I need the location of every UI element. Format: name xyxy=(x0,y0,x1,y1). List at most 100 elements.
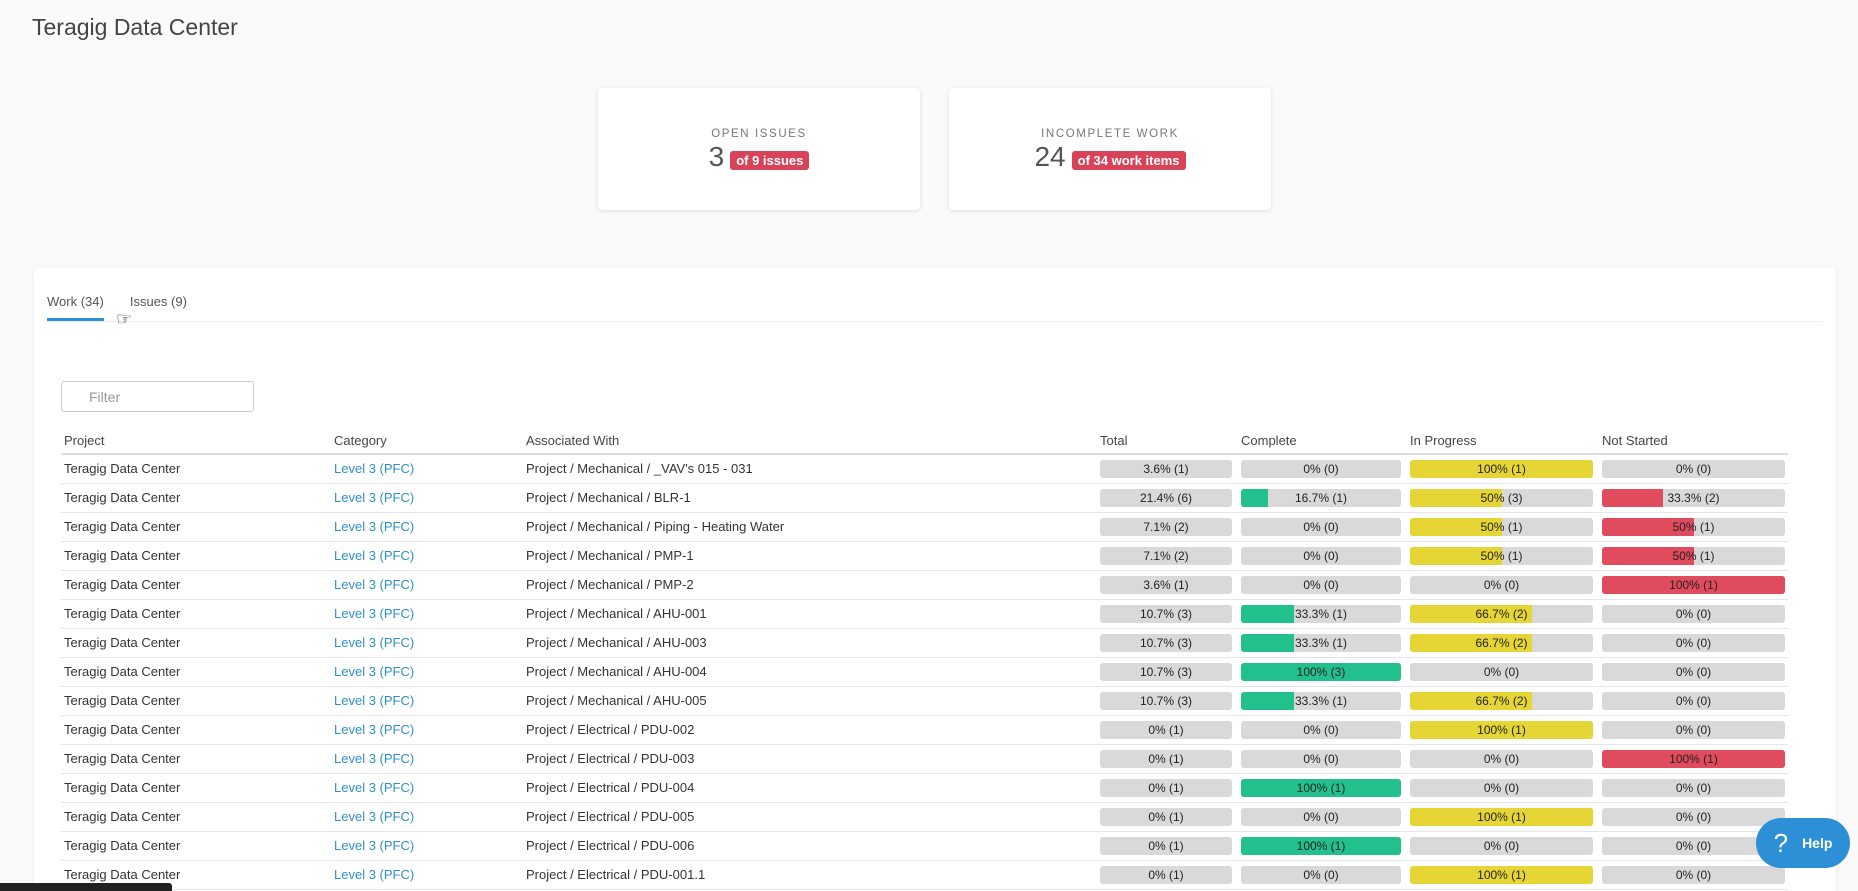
in-progress-bar-label: 50% (1) xyxy=(1480,548,1523,563)
table-row[interactable]: Teragig Data Center Level 3 (PFC) Project … xyxy=(61,831,1788,861)
table-row[interactable]: Teragig Data Center Level 3 (PFC) Project … xyxy=(61,802,1788,832)
category-link[interactable]: Level 3 (PFC) xyxy=(331,541,523,571)
total-cell: 0% (1) xyxy=(1097,715,1238,745)
kpi-label: OPEN ISSUES xyxy=(711,128,807,140)
total-progress-bar: 10.7% (3) xyxy=(1100,691,1232,710)
column-header-total[interactable]: Total xyxy=(1097,428,1238,455)
category-link[interactable]: Level 3 (PFC) xyxy=(331,599,523,629)
associated-cell: Project / Mechanical / AHU-005 xyxy=(523,686,1097,716)
column-header-project[interactable]: Project xyxy=(61,428,331,455)
not-started-bar-label: 33.3% (2) xyxy=(1667,490,1720,505)
total-progress-bar: 10.7% (3) xyxy=(1100,662,1232,681)
total-bar-label: 3.6% (1) xyxy=(1143,577,1189,592)
not-started-cell: 0% (0) xyxy=(1599,860,1788,890)
kpi-value: 24 xyxy=(1034,141,1066,172)
complete-bar-label: 33.3% (1) xyxy=(1294,635,1348,650)
category-link[interactable]: Level 3 (PFC) xyxy=(331,773,523,803)
category-link[interactable]: Level 3 (PFC) xyxy=(331,744,523,774)
in-progress-cell: 100% (1) xyxy=(1407,715,1599,745)
column-header-associated-with[interactable]: Associated With xyxy=(523,428,1097,455)
in-progress-cell: 0% (0) xyxy=(1407,744,1599,774)
help-button[interactable]: ? Help xyxy=(1756,818,1850,868)
complete-bar-label: 100% (1) xyxy=(1296,780,1346,795)
complete-cell: 0% (0) xyxy=(1238,860,1407,890)
in-progress-cell: 50% (1) xyxy=(1407,512,1599,542)
table-row[interactable]: Teragig Data Center Level 3 (PFC) Project … xyxy=(61,773,1788,803)
not-started-bar-label: 100% (1) xyxy=(1669,577,1718,592)
total-cell: 10.7% (3) xyxy=(1097,628,1238,658)
associated-cell: Project / Electrical / PDU-002 xyxy=(523,715,1097,745)
category-link[interactable]: Level 3 (PFC) xyxy=(331,831,523,861)
total-cell: 3.6% (1) xyxy=(1097,454,1238,484)
complete-cell: 0% (0) xyxy=(1238,802,1407,832)
category-link[interactable]: Level 3 (PFC) xyxy=(331,802,523,832)
table-row[interactable]: Teragig Data Center Level 3 (PFC) Project … xyxy=(61,570,1788,600)
open-issues-card[interactable]: OPEN ISSUES 3 of 9 issues xyxy=(598,88,920,210)
in-progress-bar-label: 100% (1) xyxy=(1477,867,1526,882)
table-row[interactable]: Teragig Data Center Level 3 (PFC) Project … xyxy=(61,454,1788,484)
category-link[interactable]: Level 3 (PFC) xyxy=(331,715,523,745)
in-progress-bar-label: 100% (1) xyxy=(1477,461,1526,476)
table-row[interactable]: Teragig Data Center Level 3 (PFC) Project … xyxy=(61,599,1788,629)
table-row[interactable]: Teragig Data Center Level 3 (PFC) Project … xyxy=(61,657,1788,687)
in-progress-cell: 0% (0) xyxy=(1407,657,1599,687)
incomplete-work-card[interactable]: INCOMPLETE WORK 24 of 34 work items xyxy=(949,88,1271,210)
page-title: Teragig Data Center xyxy=(32,14,238,40)
in-progress-progress-bar: 100% (1) xyxy=(1410,459,1593,478)
in-progress-cell: 100% (1) xyxy=(1407,860,1599,890)
category-link[interactable]: Level 3 (PFC) xyxy=(331,483,523,513)
table-row[interactable]: Teragig Data Center Level 3 (PFC) Project … xyxy=(61,744,1788,774)
in-progress-bar-label: 66.7% (2) xyxy=(1475,635,1528,650)
in-progress-cell: 50% (3) xyxy=(1407,483,1599,513)
complete-cell: 16.7% (1) xyxy=(1238,483,1407,513)
complete-cell: 100% (1) xyxy=(1238,831,1407,861)
project-cell: Teragig Data Center xyxy=(61,628,331,658)
associated-cell: Project / Mechanical / AHU-004 xyxy=(523,657,1097,687)
total-bar-label: 10.7% (3) xyxy=(1139,693,1193,708)
total-progress-bar: 3.6% (1) xyxy=(1100,575,1232,594)
category-link[interactable]: Level 3 (PFC) xyxy=(331,860,523,890)
column-header-category[interactable]: Category xyxy=(331,428,523,455)
associated-cell: Project / Electrical / PDU-005 xyxy=(523,802,1097,832)
total-bar-label: 0% (1) xyxy=(1148,867,1184,882)
tab-bar: Work (34) Issues (9) xyxy=(47,294,1823,322)
total-cell: 0% (1) xyxy=(1097,802,1238,832)
project-cell: Teragig Data Center xyxy=(61,512,331,542)
not-started-cell: 0% (0) xyxy=(1599,773,1788,803)
in-progress-progress-bar: 0% (0) xyxy=(1410,662,1593,681)
filter-input[interactable] xyxy=(61,381,254,412)
not-started-cell: 0% (0) xyxy=(1599,657,1788,687)
column-header-not-started[interactable]: Not Started xyxy=(1599,428,1788,455)
not-started-bar-label: 0% (0) xyxy=(1675,693,1712,708)
category-link[interactable]: Level 3 (PFC) xyxy=(331,454,523,484)
associated-cell: Project / Mechanical / AHU-003 xyxy=(523,628,1097,658)
table-row[interactable]: Teragig Data Center Level 3 (PFC) Project … xyxy=(61,512,1788,542)
table-row[interactable]: Teragig Data Center Level 3 (PFC) Project … xyxy=(61,541,1788,571)
table-row[interactable]: Teragig Data Center Level 3 (PFC) Project … xyxy=(61,628,1788,658)
column-header-complete[interactable]: Complete xyxy=(1238,428,1407,455)
not-started-progress-bar: 0% (0) xyxy=(1602,604,1785,623)
column-header-in-progress[interactable]: In Progress xyxy=(1407,428,1599,455)
tab-issues[interactable]: Issues (9) xyxy=(130,294,187,321)
complete-cell: 33.3% (1) xyxy=(1238,686,1407,716)
category-link[interactable]: Level 3 (PFC) xyxy=(331,628,523,658)
total-bar-label: 10.7% (3) xyxy=(1139,635,1193,650)
in-progress-cell: 100% (1) xyxy=(1407,802,1599,832)
in-progress-bar-label: 0% (0) xyxy=(1483,664,1520,679)
table-row[interactable]: Teragig Data Center Level 3 (PFC) Project … xyxy=(61,715,1788,745)
associated-cell: Project / Electrical / PDU-004 xyxy=(523,773,1097,803)
table-row[interactable]: Teragig Data Center Level 3 (PFC) Project … xyxy=(61,860,1788,890)
category-link[interactable]: Level 3 (PFC) xyxy=(331,570,523,600)
in-progress-progress-bar: 0% (0) xyxy=(1410,836,1593,855)
category-link[interactable]: Level 3 (PFC) xyxy=(331,686,523,716)
category-link[interactable]: Level 3 (PFC) xyxy=(331,657,523,687)
tab-work[interactable]: Work (34) xyxy=(47,294,104,321)
associated-cell: Project / Electrical / PDU-003 xyxy=(523,744,1097,774)
in-progress-cell: 100% (1) xyxy=(1407,454,1599,484)
table-row[interactable]: Teragig Data Center Level 3 (PFC) Project … xyxy=(61,483,1788,513)
total-bar-label: 0% (1) xyxy=(1148,751,1184,766)
category-link[interactable]: Level 3 (PFC) xyxy=(331,512,523,542)
table-row[interactable]: Teragig Data Center Level 3 (PFC) Project … xyxy=(61,686,1788,716)
total-cell: 10.7% (3) xyxy=(1097,657,1238,687)
complete-progress-bar: 100% (3) xyxy=(1241,662,1401,681)
